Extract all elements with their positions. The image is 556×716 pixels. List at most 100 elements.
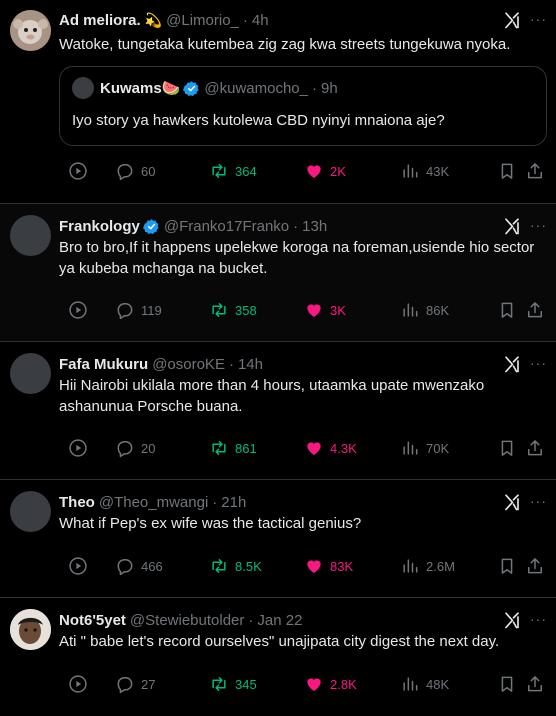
retweet-button[interactable]: 861 (209, 436, 257, 460)
grok-icon[interactable] (503, 217, 521, 235)
media-play-button[interactable] (68, 436, 88, 460)
retweet-button[interactable]: 358 (209, 298, 257, 322)
share-button[interactable] (525, 672, 545, 696)
author-handle[interactable]: @osoroKE (152, 356, 225, 373)
bookmark-button[interactable] (497, 672, 517, 696)
share-button[interactable] (525, 554, 545, 578)
reply-button[interactable]: 20 (115, 436, 155, 460)
quoted-author-handle: @kuwamocho_ (204, 79, 308, 97)
like-button[interactable]: 4.3K (304, 436, 357, 460)
avatar[interactable] (10, 10, 51, 51)
play-icon (68, 300, 88, 320)
grok-icon[interactable] (503, 11, 521, 29)
bookmark-button[interactable] (497, 436, 517, 460)
like-button[interactable]: 2K (304, 159, 346, 183)
author-name[interactable]: Ad meliora. (59, 12, 141, 29)
avatar[interactable] (10, 609, 51, 650)
timestamp[interactable]: 14h (238, 356, 263, 373)
bookmark-button[interactable] (497, 554, 517, 578)
reply-button[interactable]: 60 (115, 159, 155, 183)
reply-icon (115, 556, 135, 576)
tweet-header: Theo @Theo_mwangi · 21h (59, 492, 246, 512)
more-options-icon[interactable]: ··· (530, 612, 547, 626)
timestamp[interactable]: 21h (221, 494, 246, 511)
author-name[interactable]: Fafa Mukuru (59, 356, 148, 373)
reply-icon (115, 438, 135, 458)
play-icon (68, 674, 88, 694)
author-name[interactable]: Frankology (59, 218, 140, 235)
retweet-button[interactable]: 364 (209, 159, 257, 183)
retweet-icon (209, 556, 229, 576)
share-icon (525, 556, 545, 576)
views-button[interactable]: 43K (400, 159, 449, 183)
like-count: 2.8K (330, 676, 357, 692)
avatar[interactable] (10, 215, 51, 256)
media-play-button[interactable] (68, 298, 88, 322)
more-options-icon[interactable]: ··· (530, 356, 547, 370)
timestamp[interactable]: Jan 22 (257, 612, 302, 629)
retweet-button[interactable]: 8.5K (209, 554, 262, 578)
separator-dot: · (311, 79, 317, 97)
views-icon (400, 674, 420, 694)
media-play-button[interactable] (68, 554, 88, 578)
views-button[interactable]: 48K (400, 672, 449, 696)
separator-dot: · (242, 11, 248, 29)
reply-button[interactable]: 119 (115, 298, 162, 322)
reply-button[interactable]: 27 (115, 672, 155, 696)
view-count: 48K (426, 676, 450, 692)
tweet[interactable]: Fafa Mukuru @osoroKE · 14h ··· Hii Nairo… (0, 342, 556, 479)
media-play-button[interactable] (68, 672, 88, 696)
retweet-icon (209, 674, 229, 694)
tweet-header: Not6'5yet @Stewiebutolder · Jan 22 (59, 610, 302, 630)
author-handle[interactable]: @Theo_mwangi (99, 494, 208, 511)
views-button[interactable]: 70K (400, 436, 449, 460)
retweet-button[interactable]: 345 (209, 672, 257, 696)
media-play-button[interactable] (68, 159, 88, 183)
quoted-author-name: Kuwams🍉 (100, 80, 181, 97)
view-count: 43K (426, 163, 450, 179)
retweet-icon (209, 161, 229, 181)
like-button[interactable]: 3K (304, 298, 346, 322)
author-name[interactable]: Theo (59, 494, 95, 511)
grok-icon[interactable] (503, 493, 521, 511)
author-handle[interactable]: @Limorio_ (166, 12, 239, 29)
quoted-avatar (72, 77, 94, 99)
avatar[interactable] (10, 353, 51, 394)
action-bar: 20 861 4.3K 70K (59, 436, 549, 460)
timestamp[interactable]: 4h (252, 12, 269, 29)
views-button[interactable]: 2.6M (400, 554, 455, 578)
bookmark-button[interactable] (497, 298, 517, 322)
more-options-icon[interactable]: ··· (530, 12, 547, 26)
retweet-icon (209, 300, 229, 320)
author-handle[interactable]: @Franko17Franko (164, 218, 289, 235)
grok-icon[interactable] (503, 355, 521, 373)
tweet[interactable]: Frankology @Franko17Franko · 13h ··· Bro… (0, 204, 556, 341)
author-handle[interactable]: @Stewiebutolder (130, 612, 244, 629)
action-bar: 466 8.5K 83K 2.6M (59, 554, 549, 578)
tweet[interactable]: Ad meliora. 💫 @Limorio_ · 4h ··· Watoke,… (0, 0, 556, 203)
reply-icon (115, 300, 135, 320)
tweet[interactable]: Not6'5yet @Stewiebutolder · Jan 22 ··· A… (0, 598, 556, 716)
share-button[interactable] (525, 298, 545, 322)
reply-count: 27 (141, 676, 156, 692)
tweet[interactable]: Theo @Theo_mwangi · 21h ··· What if Pep'… (0, 480, 556, 597)
retweet-count: 861 (235, 440, 257, 456)
like-button[interactable]: 83K (304, 554, 353, 578)
separator-dot: · (228, 355, 234, 373)
tweet-header: Ad meliora. 💫 @Limorio_ · 4h (59, 10, 269, 30)
grok-icon[interactable] (503, 611, 521, 629)
view-count: 70K (426, 440, 450, 456)
more-options-icon[interactable]: ··· (530, 494, 547, 508)
bookmark-button[interactable] (497, 159, 517, 183)
reply-button[interactable]: 466 (115, 554, 163, 578)
share-button[interactable] (525, 436, 545, 460)
like-button[interactable]: 2.8K (304, 672, 357, 696)
quoted-tweet[interactable]: Kuwams🍉 @kuwamocho_ · 9h Iyo story ya ha… (59, 66, 547, 146)
author-name[interactable]: Not6'5yet (59, 612, 126, 629)
tweet-header: Fafa Mukuru @osoroKE · 14h (59, 354, 263, 374)
avatar[interactable] (10, 491, 51, 532)
timestamp[interactable]: 13h (302, 218, 327, 235)
share-button[interactable] (525, 159, 545, 183)
views-button[interactable]: 86K (400, 298, 449, 322)
more-options-icon[interactable]: ··· (530, 218, 547, 232)
